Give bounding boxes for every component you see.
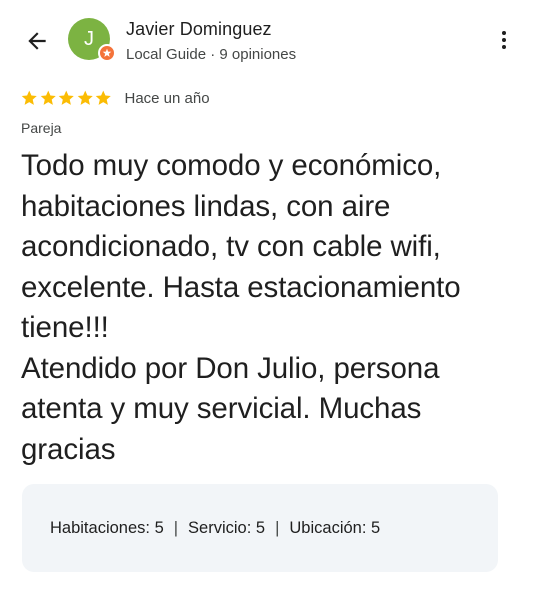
- review-header: J Javier Dominguez Local Guide · 9 opini…: [0, 0, 540, 80]
- attribute-label: Habitaciones:: [50, 518, 150, 537]
- attribute-separator: |: [173, 518, 179, 537]
- more-vert-icon: [502, 31, 506, 49]
- rating-row: Hace un año: [20, 89, 210, 107]
- attribute-separator: |: [275, 518, 280, 537]
- attribute-rating: Habitaciones: 5: [50, 519, 164, 538]
- review-text: Todo muy comodo y económico, habitaciones…: [21, 146, 526, 470]
- more-options-button[interactable]: [488, 24, 520, 56]
- attribute-value: 5: [366, 518, 381, 537]
- review-line: Atendido por Don Julio, persona: [21, 351, 440, 385]
- review-line: Todo muy comodo y económico,: [21, 149, 442, 182]
- review-line: atenta y muy servicial. Muchas: [21, 392, 422, 425]
- back-button[interactable]: [18, 22, 56, 60]
- review-line: tiene!!!: [21, 311, 109, 344]
- attribute-label: Servicio:: [188, 518, 252, 537]
- trip-type: Pareja: [21, 120, 62, 136]
- attribute-ratings-card: Habitaciones: 5 | Servicio: 5 | Ubicación: 5: [22, 484, 498, 572]
- local-guide-badge: [98, 44, 116, 62]
- review-line: excelente. Hasta estacionamiento: [21, 270, 461, 304]
- arrow-back-icon: [28, 32, 46, 50]
- star-rating: [20, 89, 113, 107]
- review-line: gracias: [21, 432, 116, 466]
- reviewer-name[interactable]: Javier Dominguez: [126, 19, 272, 40]
- attribute-label: Ubicación:: [289, 518, 367, 537]
- review-line: acondicionado, tv con cable wifi,: [21, 230, 441, 263]
- star-icon: [58, 90, 74, 105]
- star-icon: [95, 90, 111, 105]
- local-guide-star-icon: [102, 48, 112, 57]
- star-icon: [77, 90, 93, 105]
- attribute-rating: Servicio: 5: [188, 519, 265, 538]
- reviewer-avatar[interactable]: J: [68, 18, 116, 62]
- attribute-rating: Ubicación: 5: [289, 519, 380, 538]
- reviewer-subtitle: Local Guide · 9 opiniones: [126, 46, 297, 63]
- review-line: habitaciones lindas, con aire: [21, 189, 391, 223]
- star-icon: [21, 90, 37, 105]
- attribute-value: 5: [149, 518, 164, 537]
- review-date: Hace un año: [124, 89, 210, 107]
- attribute-value: 5: [251, 518, 266, 537]
- star-icon: [40, 90, 56, 105]
